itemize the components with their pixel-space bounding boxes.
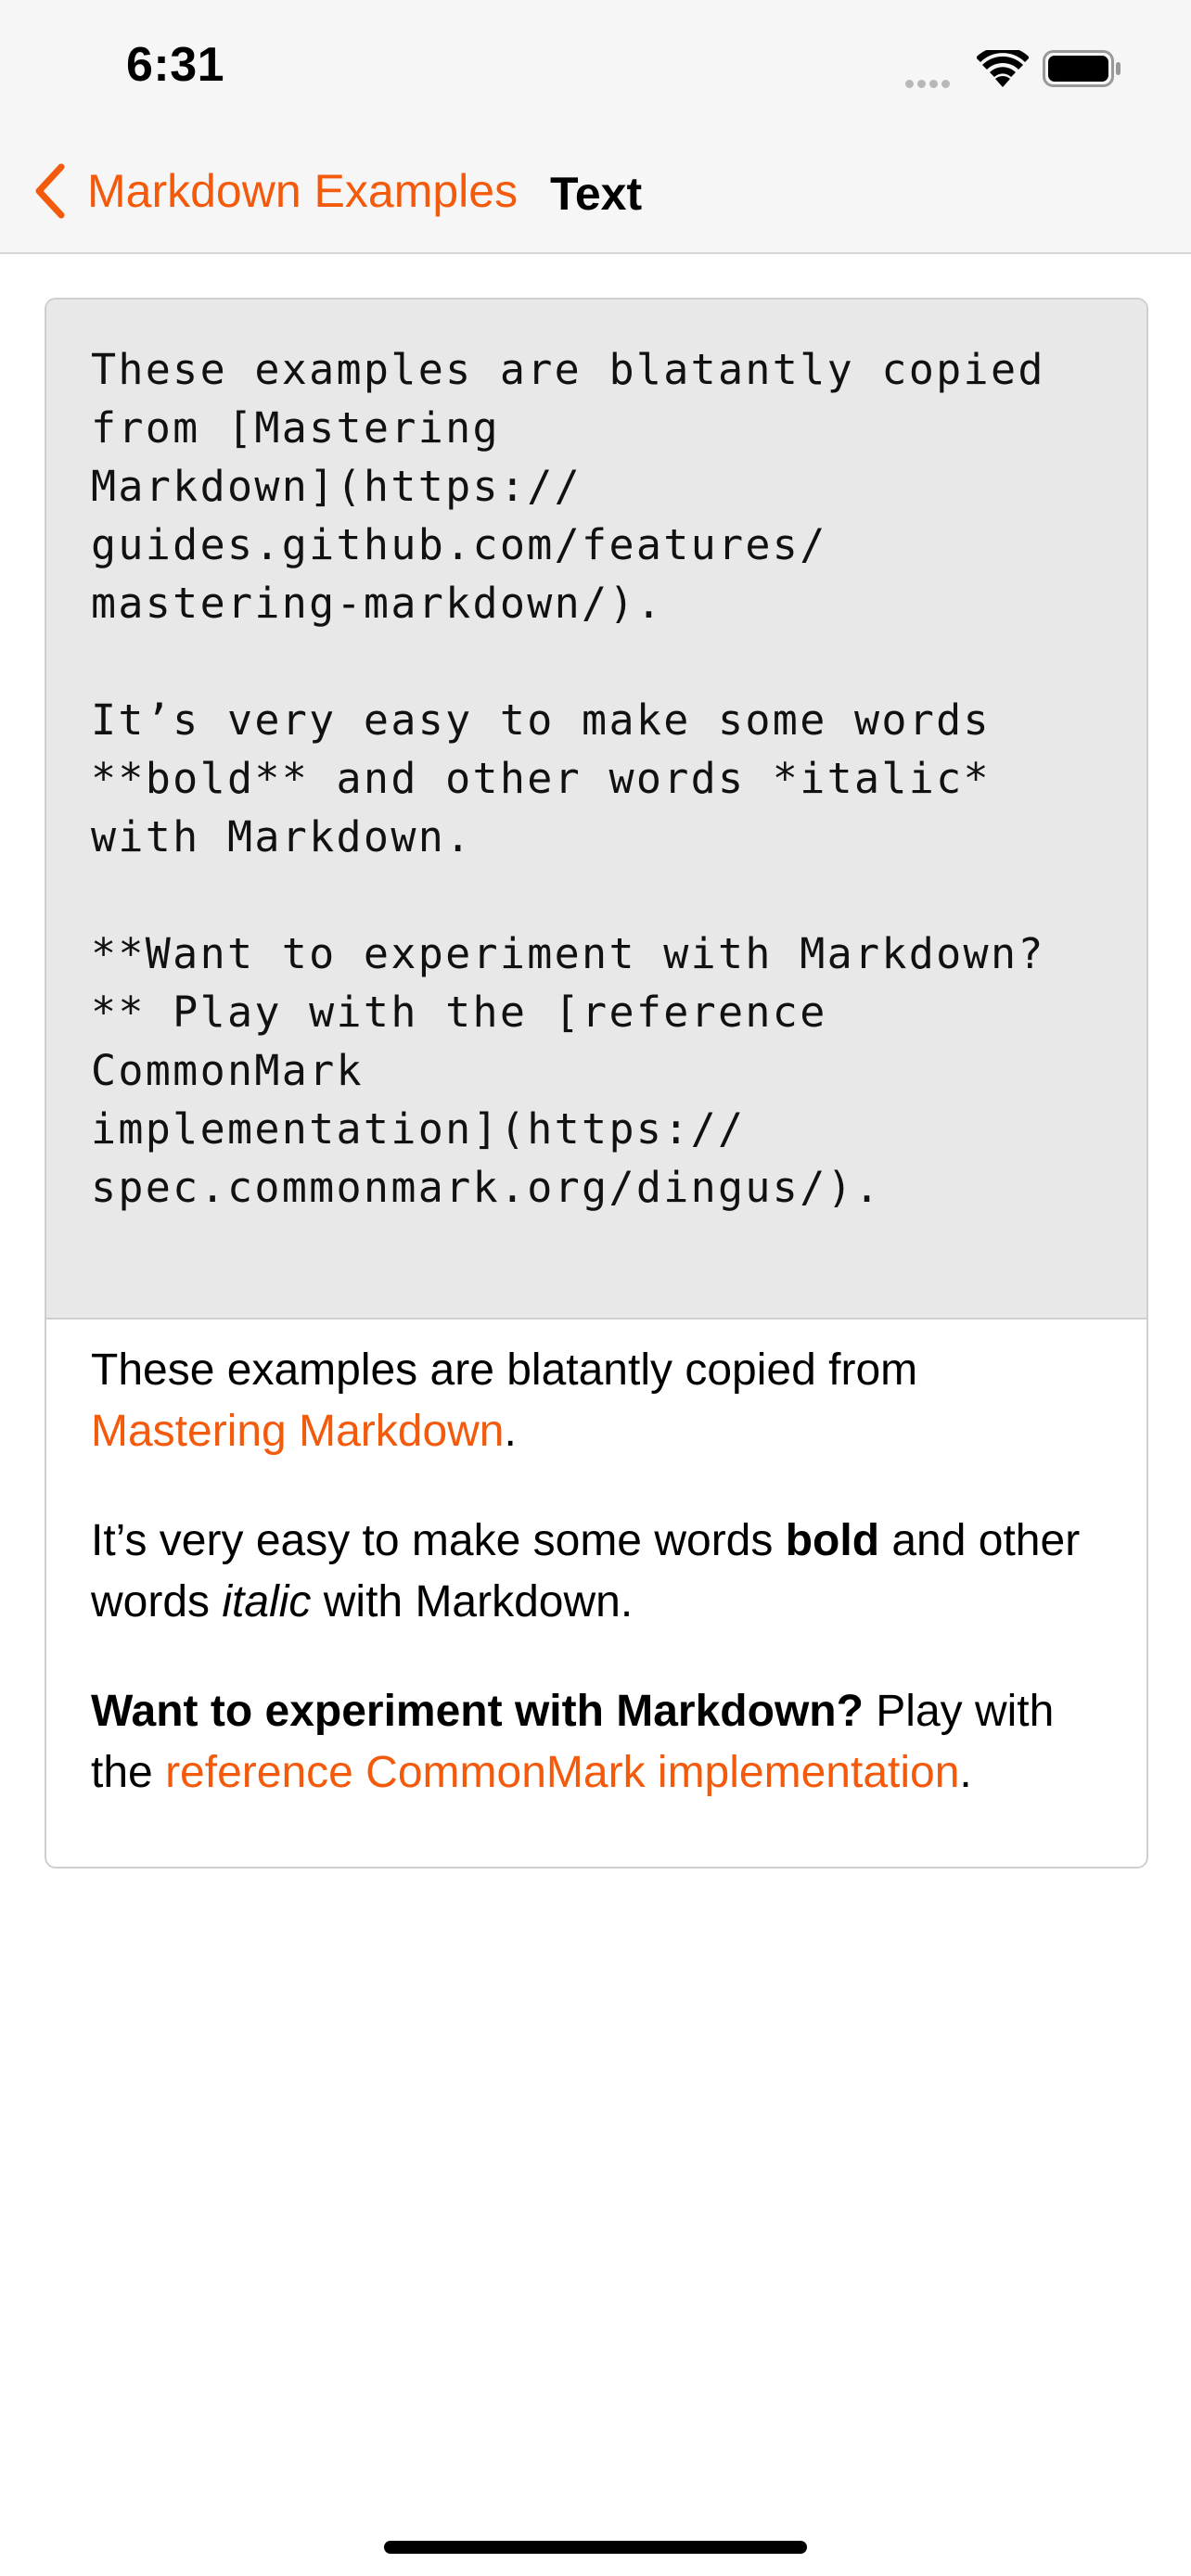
commonmark-reference-link[interactable]: reference CommonMark implementation — [165, 1748, 959, 1797]
markdown-source-text: These examples are blatantly copied from… — [91, 340, 1111, 1217]
page-title: Text — [550, 168, 643, 220]
wifi-icon — [977, 50, 1029, 87]
home-indicator[interactable] — [384, 2541, 807, 2554]
back-button[interactable]: Markdown Examples — [33, 163, 518, 219]
source-line: implementation](https:// — [91, 1104, 746, 1154]
mastering-markdown-link[interactable]: Mastering Markdown — [91, 1407, 505, 1456]
cellular-signal-icon — [905, 76, 954, 93]
source-line: guides.github.com/features/ — [91, 520, 827, 569]
source-line: from [Mastering — [91, 403, 500, 453]
navigation-bar: 6:31 Markdown Examples Text — [0, 0, 1191, 254]
markdown-source-pane: These examples are blatantly copied from… — [46, 300, 1146, 1320]
source-line: with Markdown. — [91, 812, 473, 861]
source-line: It’s very easy to make some words — [91, 695, 991, 745]
source-line: spec.commonmark.org/dingus/). — [91, 1163, 882, 1212]
bold-text: Want to experiment with Markdown? — [91, 1687, 864, 1736]
source-line: Markdown](https:// — [91, 462, 583, 511]
rendered-markdown-pane: These examples are blatantly copied from… — [91, 1340, 1121, 1852]
screen: 6:31 Markdown Examples Text These exampl… — [0, 0, 1191, 2576]
source-line: **bold** and other words *italic* — [91, 754, 991, 803]
source-line: mastering-markdown/). — [91, 579, 664, 628]
bold-text: bold — [785, 1516, 880, 1565]
markdown-example-card: These examples are blatantly copied from… — [45, 298, 1148, 1868]
rendered-paragraph-2: It’s very easy to make some words bold a… — [91, 1516, 1081, 1626]
back-button-label: Markdown Examples — [87, 165, 519, 217]
source-line: CommonMark — [91, 1046, 364, 1095]
source-line: **Want to experiment with Markdown? — [91, 929, 1045, 978]
battery-icon — [1043, 50, 1121, 87]
chevron-left-icon — [35, 163, 65, 219]
italic-text: italic — [222, 1577, 312, 1626]
source-line: ** Play with the [reference — [91, 988, 827, 1037]
rendered-paragraph-1: These examples are blatantly copied from… — [91, 1345, 918, 1456]
source-line: These examples are blatantly copied — [91, 345, 1045, 394]
rendered-paragraph-3: Want to experiment with Markdown? Play w… — [91, 1687, 1055, 1797]
status-time: 6:31 — [126, 38, 225, 92]
